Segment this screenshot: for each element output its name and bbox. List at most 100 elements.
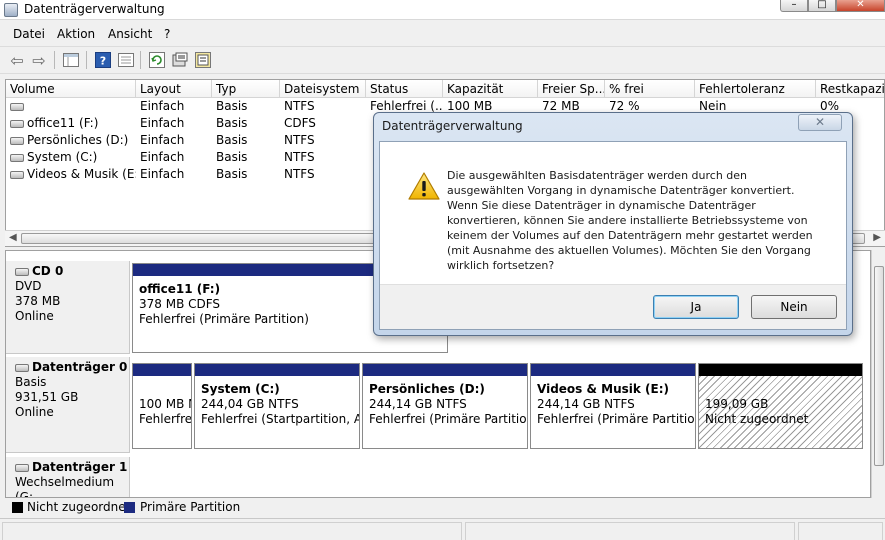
table-row[interactable]: System (C:): [6, 149, 136, 166]
status-bar: [0, 518, 885, 540]
volume-icon: [10, 153, 24, 162]
disk-label-cd0[interactable]: CD 0 DVD 378 MB Online: [6, 261, 130, 354]
vertical-scrollbar[interactable]: [871, 250, 885, 498]
menu-bar: Datei Aktion Ansicht ?: [0, 24, 885, 44]
column-header-restkapazitaet[interactable]: Restkapazi...: [816, 80, 884, 98]
cell-dateisystem: NTFS: [284, 133, 315, 147]
minimize-button[interactable]: –: [780, 0, 808, 12]
status-segment: [465, 522, 795, 540]
volume-name: Videos & Musik (E:): [27, 167, 136, 181]
back-arrow-icon[interactable]: ⇦: [8, 51, 26, 70]
title-bar: Datenträgerverwaltung – □ ✕: [0, 0, 885, 20]
disk-size: 931,51 GB: [15, 390, 79, 404]
yes-button[interactable]: Ja: [653, 295, 739, 319]
toolbar-separator: [86, 51, 87, 69]
warning-icon: [408, 172, 440, 200]
column-header-fehlertoleranz[interactable]: Fehlertoleranz: [695, 80, 816, 98]
partition-videos-musik-e[interactable]: Videos & Musik (E:) 244,14 GB NTFS Fehle…: [530, 363, 696, 449]
table-row[interactable]: [6, 98, 136, 115]
status-segment: [798, 522, 883, 540]
rescan-disks-icon[interactable]: [171, 52, 189, 68]
partition-size: 100 MB N: [139, 397, 192, 411]
cell-dateisystem: NTFS: [284, 167, 315, 181]
dialog-body: Die ausgewählten Basisdatenträger werden…: [379, 141, 847, 330]
partition-system-reserved[interactable]: 100 MB N Fehlerfre: [132, 363, 192, 449]
legend: Nicht zugeordnet Primäre Partition: [5, 498, 885, 516]
partition-status: Fehlerfrei (Startpartition, Aus: [201, 412, 360, 426]
volume-name: Persönliches (D:): [27, 133, 129, 147]
disk-type: Wechselmedium (G:: [15, 475, 115, 498]
legend-swatch-unallocated: [12, 502, 23, 513]
dialog-message: Die ausgewählten Basisdatenträger werden…: [447, 169, 813, 272]
cell-typ: Basis: [216, 116, 248, 130]
scroll-left-icon[interactable]: ◀: [9, 232, 17, 243]
volume-icon: [10, 136, 24, 145]
partition-name: Persönliches (D:): [369, 382, 485, 396]
partition-bar: [133, 364, 191, 376]
dialog-close-button[interactable]: ✕: [798, 114, 842, 131]
table-row[interactable]: office11 (F:): [6, 115, 136, 132]
scrollbar-thumb[interactable]: [874, 266, 884, 466]
cell-typ: Basis: [216, 99, 248, 113]
disk-label-disk0[interactable]: Datenträger 0 Basis 931,51 GB Online: [6, 357, 130, 453]
menu-help[interactable]: ?: [164, 27, 170, 41]
disk-label-disk1[interactable]: Datenträger 1 Wechselmedium (G:: [6, 457, 130, 498]
menu-aktion[interactable]: Aktion: [57, 27, 95, 41]
properties-icon[interactable]: [117, 52, 135, 68]
help-icon[interactable]: ?: [94, 52, 112, 68]
no-button[interactable]: Nein: [751, 295, 837, 319]
dialog-title: Datenträgerverwaltung: [382, 119, 523, 133]
volume-icon: [10, 170, 24, 179]
column-header-prozent-frei[interactable]: % frei: [605, 80, 695, 98]
cell-dateisystem: CDFS: [284, 116, 316, 130]
maximize-button[interactable]: □: [808, 0, 836, 12]
disk-name: CD 0: [32, 264, 64, 278]
forward-arrow-icon[interactable]: ⇨: [30, 51, 48, 70]
window-title: Datenträgerverwaltung: [24, 2, 165, 16]
svg-text:?: ?: [100, 55, 106, 68]
partition-name: System (C:): [201, 382, 280, 396]
disk-type: DVD: [15, 279, 42, 293]
column-header-layout[interactable]: Layout: [136, 80, 212, 98]
cell-layout: Einfach: [140, 99, 185, 113]
dialog-footer: Ja Nein: [380, 284, 846, 329]
partition-bar: [363, 364, 527, 376]
close-window-button[interactable]: ✕: [836, 0, 885, 12]
menu-ansicht[interactable]: Ansicht: [108, 27, 152, 41]
column-header-volume[interactable]: Volume: [6, 80, 136, 98]
partition-unallocated[interactable]: 199,09 GB Nicht zugeordnet: [698, 363, 863, 449]
legend-label-primary: Primäre Partition: [140, 500, 241, 514]
column-header-status[interactable]: Status: [366, 80, 443, 98]
refresh-icon[interactable]: [148, 52, 166, 68]
scroll-right-icon[interactable]: ▶: [873, 232, 881, 243]
partition-system-c[interactable]: System (C:) 244,04 GB NTFS Fehlerfrei (S…: [194, 363, 360, 449]
disk-size: 378 MB: [15, 294, 61, 308]
disk-state: Online: [15, 309, 54, 323]
partition-bar: [699, 364, 862, 376]
cell-layout: Einfach: [140, 116, 185, 130]
cell-layout: Einfach: [140, 150, 185, 164]
table-row[interactable]: Videos & Musik (E:): [6, 166, 136, 183]
status-segment: [2, 522, 462, 540]
cell-layout: Einfach: [140, 133, 185, 147]
column-header-freier-speicher[interactable]: Freier Sp...: [538, 80, 605, 98]
partition-status: Fehlerfre: [139, 412, 192, 426]
menu-datei[interactable]: Datei: [13, 27, 45, 41]
cell-dateisystem: NTFS: [284, 99, 315, 113]
console-tree-icon[interactable]: [62, 52, 80, 68]
column-header-dateisystem[interactable]: Dateisystem: [280, 80, 366, 98]
cell-dateisystem: NTFS: [284, 150, 315, 164]
column-header-kapazitaet[interactable]: Kapazität: [443, 80, 538, 98]
partition-status: Fehlerfrei (Primäre Partition): [369, 412, 528, 426]
settings-icon[interactable]: [194, 52, 212, 68]
hard-disk-icon: [15, 363, 29, 372]
app-icon: [4, 3, 18, 17]
table-row[interactable]: Persönliches (D:): [6, 132, 136, 149]
column-header-typ[interactable]: Typ: [212, 80, 280, 98]
toolbar-separator: [140, 51, 141, 69]
partition-size: 244,14 GB NTFS: [537, 397, 635, 411]
close-icon: ✕: [814, 115, 826, 129]
volume-name: office11 (F:): [27, 116, 99, 130]
volume-name: System (C:): [27, 150, 98, 164]
partition-persoenliches-d[interactable]: Persönliches (D:) 244,14 GB NTFS Fehlerf…: [362, 363, 528, 449]
